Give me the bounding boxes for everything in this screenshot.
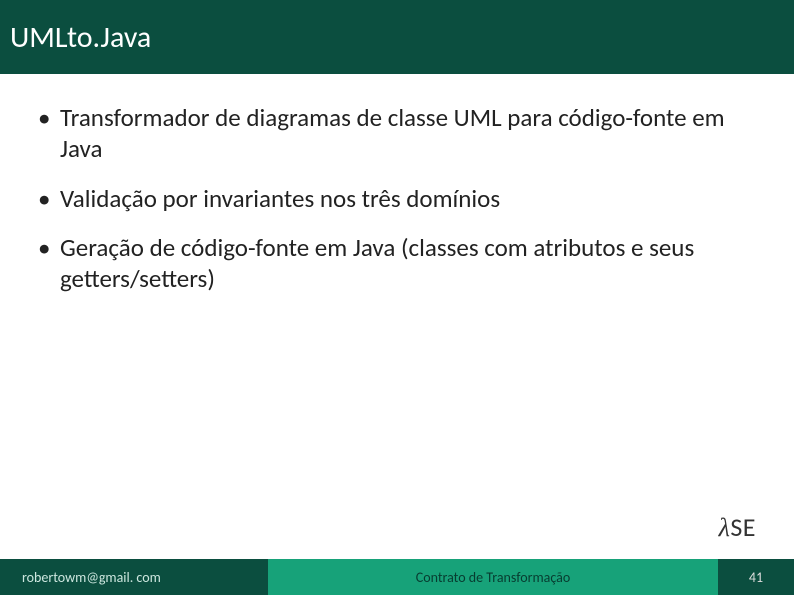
slide-title: UMLto.Java [10, 19, 151, 56]
logo: λSE [719, 511, 756, 543]
bullet-item: Geração de código-fonte em Java (classes… [38, 232, 764, 295]
slide: UMLto.Java Transformador de diagramas de… [0, 0, 794, 595]
bullet-item: Validação por invariantes nos três domín… [38, 183, 764, 214]
footer-email: robertowm@gmail. com [0, 559, 268, 595]
footer: robertowm@gmail. com Contrato de Transfo… [0, 559, 794, 595]
slide-content: Transformador de diagramas de classe UML… [0, 74, 794, 595]
footer-page: 41 [718, 559, 794, 595]
footer-center: Contrato de Transformação [268, 559, 718, 595]
slide-header: UMLto.Java [0, 0, 794, 74]
logo-lambda: λ [719, 513, 731, 542]
bullet-item: Transformador de diagramas de classe UML… [38, 102, 764, 165]
logo-text: SE [730, 511, 756, 543]
bullet-list: Transformador de diagramas de classe UML… [38, 102, 764, 294]
